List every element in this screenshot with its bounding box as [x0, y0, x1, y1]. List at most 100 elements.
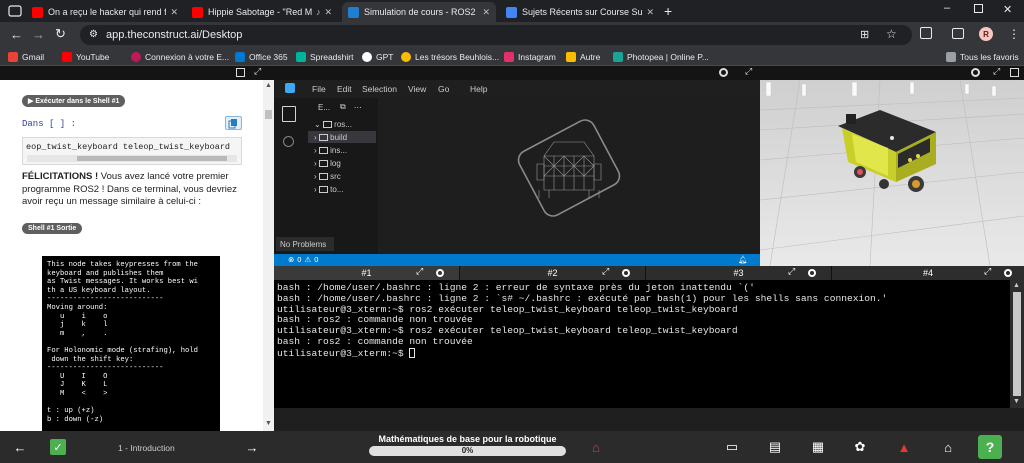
notebook-icon[interactable]: ▤ — [767, 439, 783, 455]
bookmark-photopea[interactable]: Photopea | Online P... — [613, 51, 709, 63]
github-icon[interactable] — [719, 68, 728, 77]
audio-icon[interactable]: ♪ — [316, 7, 321, 17]
back-icon[interactable]: ← — [10, 27, 23, 42]
external-link-icon[interactable] — [1010, 68, 1019, 77]
code-horizontal-scrollbar[interactable] — [27, 155, 237, 162]
address-bar[interactable]: ⚙ app.theconstruct.ai/Desktop ⊞ ☆ — [80, 25, 912, 45]
simulation-3d-view[interactable] — [760, 80, 1024, 266]
apps-grid-icon[interactable]: ▦ — [810, 439, 826, 455]
window-close-icon[interactable]: ✕ — [1003, 3, 1012, 16]
github-icon[interactable] — [1004, 269, 1012, 277]
help-button[interactable]: ? — [978, 435, 1002, 459]
copy-code-button[interactable] — [225, 116, 242, 130]
more-icon[interactable]: ⋯ — [354, 103, 362, 112]
home-icon[interactable]: ⌂ — [940, 439, 956, 455]
tree-item-to[interactable]: › to... — [314, 183, 343, 195]
maximize-icon[interactable] — [974, 4, 983, 13]
menu-file[interactable]: File — [312, 84, 326, 94]
fullscreen-icon[interactable]: ⤢ — [745, 66, 752, 77]
all-bookmarks[interactable]: Tous les favoris — [946, 51, 1019, 63]
profile-avatar[interactable]: R — [979, 27, 993, 41]
tree-item-build[interactable]: › build — [308, 131, 376, 143]
scroll-up-icon[interactable]: ▲ — [1013, 282, 1020, 289]
new-tab-button[interactable]: + — [664, 3, 672, 19]
close-icon[interactable]: ✕ — [646, 7, 654, 18]
tree-item-src[interactable]: › src — [314, 170, 341, 182]
reload-icon[interactable]: ↻ — [55, 26, 66, 42]
warning-icon[interactable]: ▲ — [896, 439, 912, 455]
bookmark-star-icon[interactable]: ☆ — [886, 27, 897, 41]
new-file-icon[interactable]: ⧉ — [340, 102, 346, 112]
scroll-down-icon[interactable]: ▼ — [265, 420, 272, 427]
open-external-icon[interactable] — [236, 68, 245, 77]
menu-view[interactable]: View — [408, 84, 426, 94]
explorer-icon[interactable] — [282, 106, 296, 122]
menu-selection[interactable]: Selection — [362, 84, 397, 94]
close-icon[interactable]: ✕ — [324, 7, 332, 18]
menu-edit[interactable]: Edit — [337, 84, 352, 94]
fullscreen-icon[interactable]: ⤢ — [788, 266, 795, 277]
github-icon[interactable] — [971, 68, 980, 77]
menu-go[interactable]: Go — [438, 84, 449, 94]
code-cell[interactable]: eop_twist_keyboard teleop_twist_keyboard — [22, 137, 242, 165]
problems-status[interactable]: ⊗ 0 ⚠ 0 — [288, 255, 318, 264]
github-icon[interactable] — [622, 269, 630, 277]
terminal-tab-1[interactable]: #1 ⤢ — [274, 266, 460, 280]
browser-tab-3-active[interactable]: Simulation de cours - ROS2 ✕ — [342, 2, 496, 22]
terminal-prompt-line[interactable]: utilisateur@3_xterm:~$ — [277, 347, 1007, 360]
bookmark-instagram[interactable]: Instagram — [504, 51, 556, 63]
minimize-icon[interactable]: – — [944, 2, 950, 14]
bookmark-tresors[interactable]: Les trésors Beuhlois... — [401, 51, 499, 63]
tree-item-log[interactable]: › log — [314, 157, 341, 169]
scrollbar-thumb[interactable] — [1013, 292, 1021, 396]
ai-assistant-icon[interactable]: ✿ — [852, 439, 868, 455]
close-icon[interactable]: ✕ — [482, 7, 490, 18]
tab-search-icon[interactable] — [8, 5, 22, 17]
scrollbar-thumb[interactable] — [77, 156, 227, 161]
install-app-icon[interactable]: ⊞ — [860, 28, 869, 41]
fullscreen-icon[interactable]: ⤢ — [254, 66, 261, 77]
terminal-scrollbar[interactable]: ▲ ▼ — [1010, 280, 1024, 408]
browser-tab-4[interactable]: Sujets Récents sur Course Supp ✕ — [500, 2, 660, 22]
bookmark-office[interactable]: Office 365 — [235, 51, 288, 63]
sidepanel-icon[interactable] — [952, 28, 964, 39]
tree-root[interactable]: ⌄ ros... — [314, 118, 352, 130]
bookmark-spreadshirt[interactable]: Spreadshirt — [296, 51, 353, 63]
notifications-bell-icon[interactable]: 🔔︎ — [738, 255, 748, 264]
github-icon[interactable] — [436, 269, 444, 277]
notebook-scrollbar[interactable]: ▲ ▼ — [263, 80, 274, 431]
menu-help[interactable]: Help — [470, 84, 487, 94]
bookmark-connexion[interactable]: Connexion à votre E... — [131, 51, 229, 63]
terminal-tab-4[interactable]: #4 ⤢ — [832, 266, 1024, 280]
bookmark-gpt[interactable]: GPT — [362, 51, 393, 63]
fullscreen-icon[interactable]: ⤢ — [993, 66, 1000, 77]
scroll-up-icon[interactable]: ▲ — [265, 82, 272, 89]
run-in-shell-button[interactable]: ▶ Exécuter dans le Shell #1 — [22, 95, 126, 107]
chapter-label[interactable]: 1 - Introduction — [118, 443, 175, 453]
github-icon[interactable] — [808, 269, 816, 277]
scrollbar-thumb[interactable] — [265, 110, 272, 119]
next-arrow-icon[interactable]: → — [244, 439, 260, 455]
site-info-icon[interactable]: ⚙ — [89, 29, 98, 40]
terminal-tab-2[interactable]: #2 ⤢ — [460, 266, 646, 280]
bookmark-youtube[interactable]: YouTube — [62, 51, 109, 63]
close-icon[interactable]: ✕ — [170, 7, 178, 18]
fullscreen-icon[interactable]: ⤢ — [416, 266, 423, 277]
tree-item-install[interactable]: › ins... — [314, 144, 347, 156]
fullscreen-icon[interactable]: ⤢ — [602, 266, 609, 277]
extensions-icon[interactable] — [920, 27, 932, 39]
previous-arrow-icon[interactable]: ← — [12, 439, 28, 455]
scroll-down-icon[interactable]: ▼ — [1013, 398, 1020, 405]
search-icon[interactable] — [283, 136, 294, 147]
menu-kebab-icon[interactable]: ⋮ — [1008, 27, 1020, 41]
browser-tab-1[interactable]: On a reçu le hacker qui rend fo ✕ — [26, 2, 184, 22]
browser-tab-2[interactable]: Hippie Sabotage - "Red Mo ♪ ✕ — [186, 2, 338, 22]
check-icon[interactable]: ✓ — [50, 439, 66, 455]
bookmark-gmail[interactable]: Gmail — [8, 51, 44, 63]
fullscreen-icon[interactable]: ⤢ — [984, 266, 991, 277]
ros-logo-icon[interactable]: ⌂ — [588, 439, 604, 455]
terminal-tab-3[interactable]: #3 ⤢ — [646, 266, 832, 280]
bookmark-autre[interactable]: Autre — [566, 51, 600, 63]
desktop-icon[interactable]: ▭ — [724, 439, 740, 455]
terminal-output[interactable]: bash : /home/user/.bashrc : ligne 2 : er… — [274, 280, 1010, 408]
